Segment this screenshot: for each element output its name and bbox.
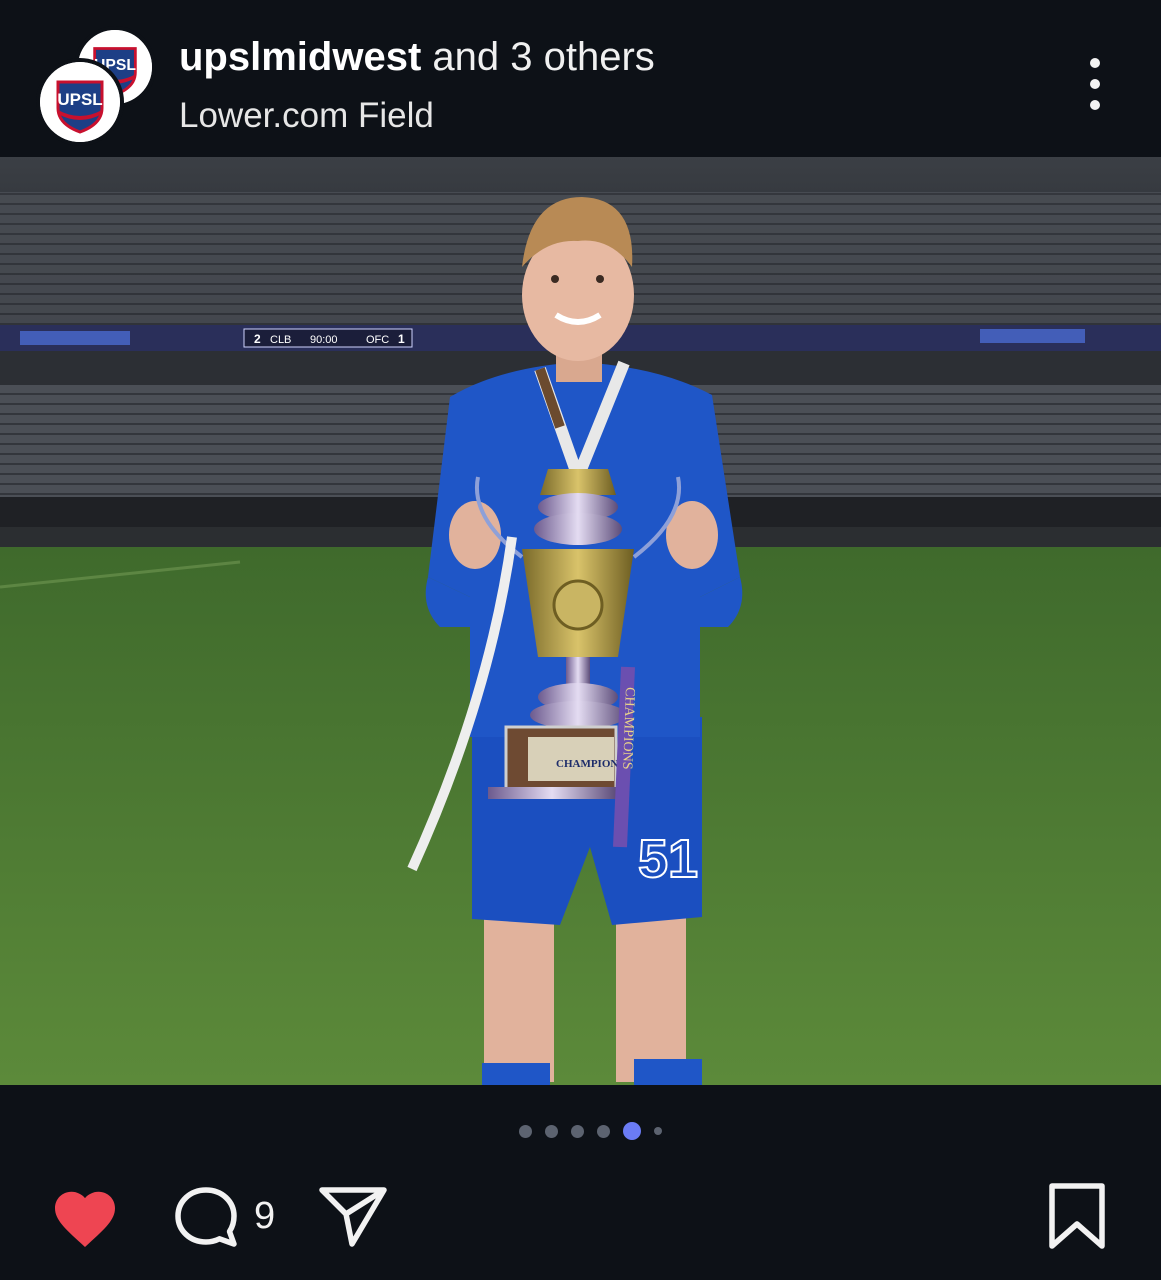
carousel-dot (545, 1124, 558, 1138)
post-photo[interactable]: 2 CLB 90:00 OFC 1 51 CHAMPION CHAMPIONS (0, 157, 1161, 1085)
carousel-dot-active (623, 1122, 641, 1140)
more-options-button[interactable] (1074, 56, 1116, 112)
share-button[interactable] (318, 1184, 388, 1248)
more-dot (1090, 100, 1100, 110)
comment-button[interactable] (170, 1182, 242, 1254)
upsl-logo-icon: UPSL (40, 62, 120, 142)
match-clock: 90:00 (310, 334, 338, 346)
post-header: UPSL UPSL upslmidwest and 3 others Lower… (0, 0, 1161, 157)
author-line: upslmidwest and 3 others (179, 34, 655, 80)
carousel-indicator (519, 1120, 662, 1142)
ribbon-text: CHAMPIONS (619, 687, 637, 770)
carousel-dot (654, 1127, 662, 1135)
action-bar: 9 (0, 1170, 1161, 1265)
save-button[interactable] (1046, 1182, 1108, 1250)
scoreboard: 2 CLB 90:00 OFC 1 (243, 328, 413, 348)
away-team: OFC (366, 334, 389, 346)
comment-count: 9 (254, 1195, 276, 1237)
more-vertical-icon (1090, 58, 1100, 68)
heart-icon (55, 1191, 115, 1247)
home-team: CLB (270, 334, 291, 346)
share-icon (319, 1187, 387, 1247)
like-button[interactable] (48, 1184, 122, 1250)
bookmark-icon (1049, 1183, 1105, 1249)
carousel-dot (519, 1124, 532, 1138)
username-link[interactable]: upslmidwest (179, 35, 421, 79)
carousel-dot (597, 1124, 610, 1138)
away-score: 1 (398, 332, 405, 346)
location-link[interactable]: Lower.com Field (179, 95, 434, 137)
jersey-number: 51 (638, 829, 698, 889)
carousel-dot (571, 1124, 584, 1138)
home-score: 2 (254, 332, 261, 346)
trophy-plaque-text: CHAMPION (556, 758, 618, 770)
avatar-logo-text: UPSL (57, 90, 102, 109)
collaborators-link[interactable]: and 3 others (421, 35, 654, 79)
comment-icon (175, 1187, 237, 1247)
photo-illustration: 2 CLB 90:00 OFC 1 51 CHAMPION CHAMPIONS (0, 157, 1161, 1085)
more-dot (1090, 79, 1100, 89)
author-avatar[interactable]: UPSL (36, 58, 124, 146)
